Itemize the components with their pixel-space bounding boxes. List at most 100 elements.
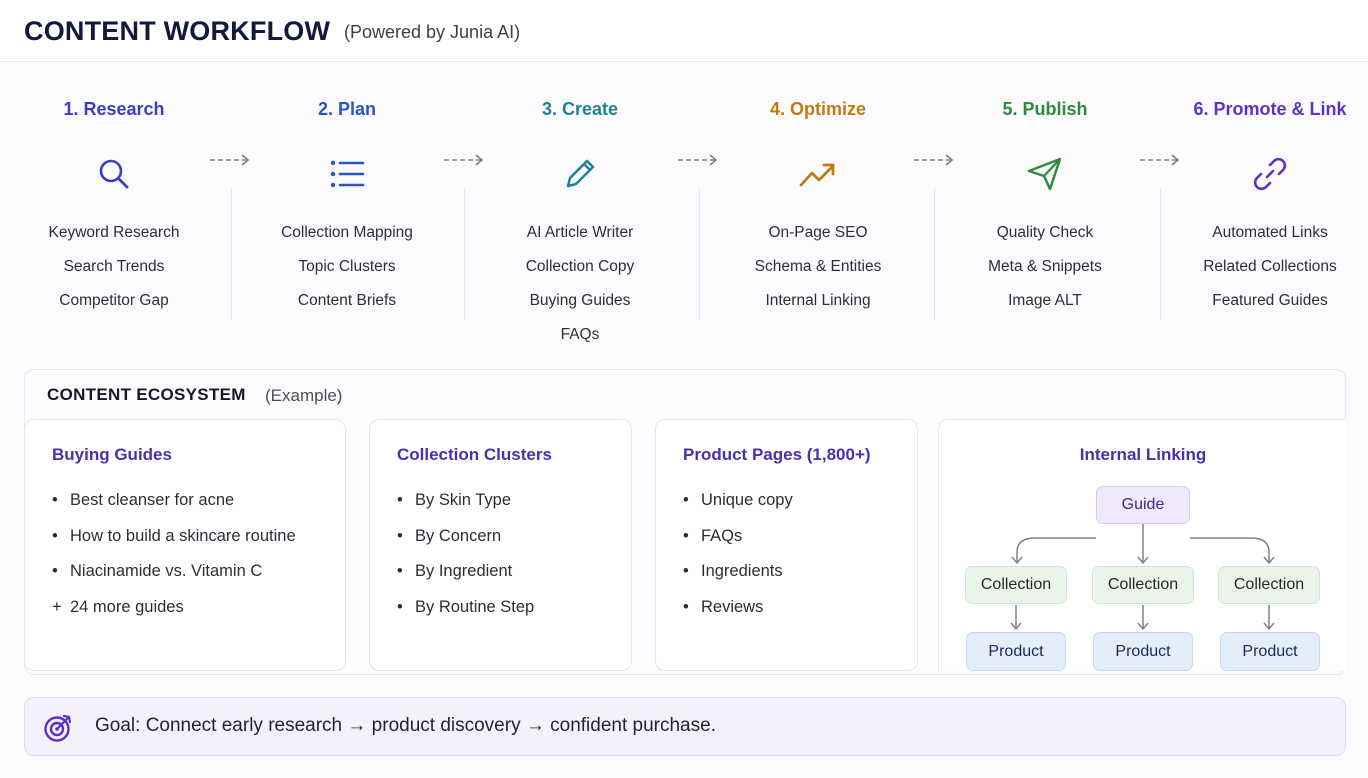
goal-text: Goal: Connect early research → product d… (95, 715, 716, 736)
bullet: • (683, 491, 689, 509)
workflow-infographic: CONTENT WORKFLOW (Powered by Junia AI) 1… (0, 0, 1368, 778)
step-item: Collection Mapping (281, 224, 413, 241)
list-item: • How to build a skincare routine (52, 524, 296, 560)
node-product: Product (966, 632, 1066, 671)
step-item: Content Briefs (297, 292, 397, 309)
node-collection: Collection (1218, 566, 1320, 604)
step-item: Topic Clusters (298, 258, 396, 275)
list-item: • By Skin Type (397, 488, 534, 524)
divider (1160, 188, 1161, 320)
list-icon (327, 154, 367, 194)
goal-banner: Goal: Connect early research → product d… (24, 697, 1346, 756)
step-item: AI Article Writer (526, 224, 634, 241)
trending-up-icon (798, 154, 838, 194)
ecosystem-title: CONTENT ECOSYSTEM (47, 385, 246, 404)
header: CONTENT WORKFLOW (Powered by Junia AI) (0, 0, 1368, 62)
step-item: Competitor Gap (59, 292, 169, 309)
step-item: Quality Check (996, 224, 1094, 241)
node-product: Product (1220, 632, 1320, 671)
step-title: 1. Research (63, 99, 165, 119)
list-item: • Unique copy (683, 488, 793, 524)
step-item: Search Trends (63, 258, 165, 275)
step-item: Related Collections (1203, 258, 1337, 275)
divider (231, 188, 232, 320)
step-item: Buying Guides (529, 292, 631, 309)
step-item: Featured Guides (1212, 292, 1328, 309)
card-collection-clusters: Collection Clusters • By Skin Type • By Co… (369, 419, 632, 671)
list-item: +24 more guides (52, 595, 296, 631)
send-icon (1025, 154, 1065, 194)
step-item: On-Page SEO (768, 224, 868, 241)
arrow-right-icon (1140, 154, 1180, 166)
divider (699, 188, 700, 320)
bullet: • (397, 491, 403, 509)
step-title: 3. Create (541, 99, 619, 119)
arrow-right-icon (678, 154, 718, 166)
card-internal-linking: Internal Linking Guide Collection Collec… (938, 419, 1346, 671)
list-item: • FAQs (683, 524, 793, 560)
bullet: • (52, 526, 58, 545)
step-publish: 5. Publish Quality Check Meta & Snippets… (931, 96, 1159, 318)
step-item: Keyword Research (48, 224, 180, 241)
card-title: Product Pages (1,800+) (683, 445, 871, 464)
step-item: FAQs (560, 326, 600, 343)
list-item: • By Routine Step (397, 595, 534, 631)
bullet: • (397, 562, 403, 580)
bullet: + (52, 597, 62, 616)
list-item: • By Concern (397, 524, 534, 560)
bullet: • (52, 491, 58, 509)
step-item: Image ALT (1008, 292, 1082, 309)
list-item-text: 24 more guides (70, 597, 184, 616)
bullet: • (397, 526, 403, 545)
step-promote-link: 6. Promote & Link Automated Links Relate… (1156, 96, 1368, 318)
step-optimize: 4. Optimize On-Page SEO Schema & Entitie… (704, 96, 932, 318)
arrow-right-icon (914, 154, 954, 166)
bullet: • (683, 562, 689, 580)
node-guide: Guide (1096, 486, 1190, 524)
list-item-text: By Concern (415, 526, 502, 545)
bullet: • (683, 526, 689, 545)
bullet: • (683, 597, 689, 616)
list-item-text: By Skin Type (415, 491, 511, 509)
step-create: 3. Create AI Article Writer Collection C… (466, 96, 694, 352)
list-item: • By Ingredient (397, 559, 534, 595)
list-item-text: Unique copy (701, 491, 793, 509)
step-item: Automated Links (1212, 224, 1328, 241)
node-product: Product (1093, 632, 1193, 671)
list-item: • Ingredients (683, 559, 793, 595)
step-title: 5. Publish (1002, 99, 1088, 119)
list-item: • Niacinamide vs. Vitamin C (52, 559, 296, 595)
list-item-text: Best cleanser for acne (70, 491, 235, 509)
link-icon (1250, 154, 1290, 194)
step-title: 4. Optimize (769, 99, 867, 119)
divider (464, 188, 465, 320)
node-collection: Collection (1092, 566, 1194, 604)
step-item: Schema & Entities (754, 258, 882, 275)
search-icon (94, 154, 134, 194)
step-plan: 2. Plan Collection Mapping Topic Cluster… (233, 96, 461, 318)
bullet: • (52, 562, 58, 580)
ecosystem-subtitle: (Example) (265, 386, 343, 405)
bullet: • (397, 597, 403, 616)
list-item: • Reviews (683, 595, 793, 631)
list-item-text: Reviews (701, 597, 764, 616)
target-icon (42, 712, 74, 744)
arrow-right-icon (210, 154, 250, 166)
card-product-pages: Product Pages (1,800+) • Unique copy • FAQ… (655, 419, 918, 671)
node-collection: Collection (965, 566, 1067, 604)
divider (934, 188, 935, 320)
card-title: Collection Clusters (397, 445, 552, 464)
list-item: • Best cleanser for acne (52, 488, 296, 524)
list-item-text: Ingredients (701, 562, 783, 580)
card-buying-guides: Buying Guides • Best cleanser for acne • H… (24, 419, 346, 671)
step-research: 1. Research Keyword Research Search Tren… (0, 96, 228, 318)
list-item-text: By Ingredient (415, 562, 513, 580)
page-subtitle: (Powered by Junia AI) (344, 22, 521, 42)
step-item: Collection Copy (525, 258, 635, 275)
step-item: Internal Linking (765, 292, 871, 309)
step-title: 6. Promote & Link (1193, 99, 1347, 119)
list-item-text: How to build a skincare routine (70, 526, 296, 545)
page-title: CONTENT WORKFLOW (24, 16, 331, 46)
list-item-text: Niacinamide vs. Vitamin C (70, 562, 263, 580)
list-item-text: By Routine Step (415, 597, 535, 616)
